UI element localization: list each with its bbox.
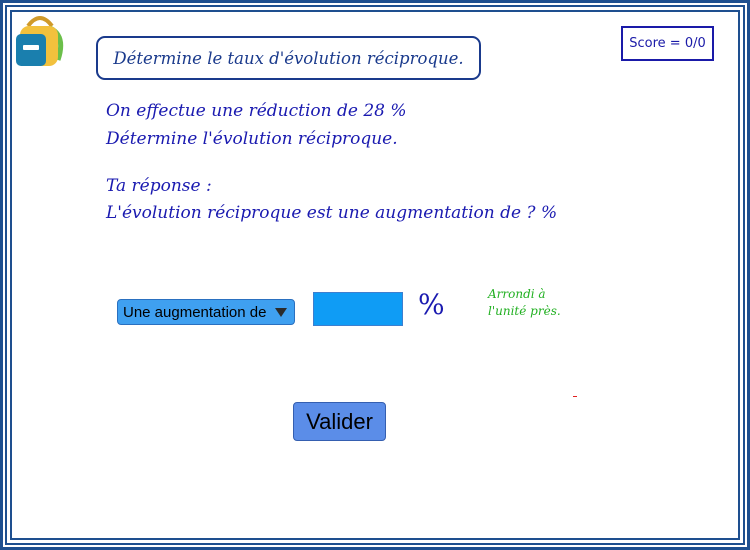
answer-input[interactable]	[313, 292, 403, 326]
rounding-hint-line-2: l'unité près.	[488, 304, 561, 318]
page-title: Détermine le taux d'évolution réciproque…	[96, 36, 481, 80]
evolution-type-dropdown[interactable]: Une augmentation de	[117, 299, 295, 325]
answer-prompt-label: Ta réponse :	[106, 176, 212, 196]
rounding-hint-line-1: Arrondi à	[488, 287, 546, 301]
triangle-down-icon	[275, 308, 287, 317]
percent-sign: %	[418, 288, 445, 321]
backpack-icon	[16, 16, 64, 66]
score-display: Score = 0/0	[621, 26, 714, 61]
answer-prompt-question: L'évolution réciproque est une augmentat…	[106, 203, 558, 223]
red-mark	[573, 396, 577, 397]
statement-line-1: On effectue une réduction de 28 %	[106, 101, 407, 121]
inner-frame	[10, 10, 740, 540]
statement-line-2: Détermine l'évolution réciproque.	[106, 129, 398, 149]
dropdown-selected-value: Une augmentation de	[123, 303, 267, 321]
submit-button[interactable]: Valider	[293, 402, 386, 441]
